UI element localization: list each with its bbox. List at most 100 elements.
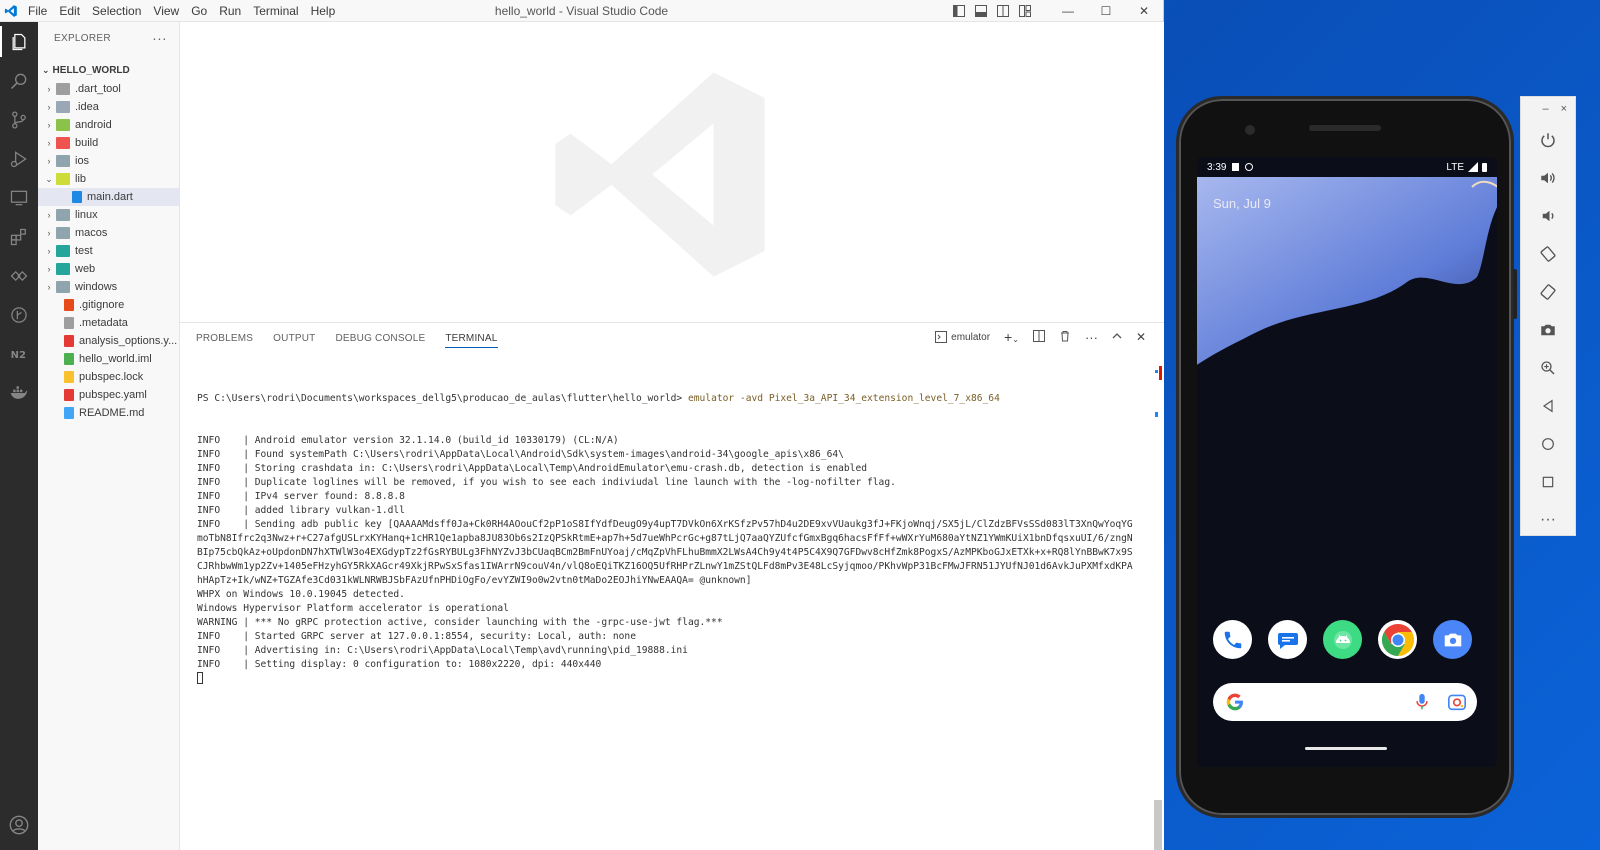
maximize-button[interactable]: ☐ (1087, 0, 1125, 22)
terminal-line: Windows Hypervisor Platform accelerator … (197, 603, 509, 614)
menu-run[interactable]: Run (213, 0, 247, 22)
folder-icon (56, 119, 70, 131)
terminal-line: INFO | Started GRPC server at 127.0.0.1:… (197, 631, 636, 642)
menu-file[interactable]: File (22, 0, 53, 22)
folder-item[interactable]: › test (38, 242, 179, 260)
close-button[interactable]: ✕ (1125, 0, 1163, 22)
emulator-toolbar-header: – × (1521, 97, 1575, 121)
more-icon[interactable]: ··· (1085, 330, 1098, 345)
source-control-icon[interactable] (0, 100, 38, 139)
more-icon[interactable]: ··· (1521, 501, 1575, 539)
trash-icon[interactable] (1059, 330, 1071, 345)
google-search-bar[interactable] (1213, 683, 1477, 721)
date-widget[interactable]: Sun, Jul 9 (1213, 196, 1271, 211)
folder-item[interactable]: › windows (38, 278, 179, 296)
menu-view[interactable]: View (147, 0, 185, 22)
messages-icon[interactable] (1268, 620, 1307, 659)
emulator-minimize-button[interactable]: – (1542, 103, 1548, 115)
folder-item[interactable]: › macos (38, 224, 179, 242)
menu-terminal[interactable]: Terminal (247, 0, 304, 22)
accounts-icon[interactable] (0, 805, 38, 844)
docker-icon[interactable] (0, 373, 38, 412)
more-actions-button[interactable]: ··· (152, 30, 167, 46)
tab-terminal[interactable]: TERMINAL (445, 329, 498, 348)
minimize-button[interactable]: — (1049, 0, 1087, 22)
file-item[interactable]: hello_world.iml (38, 350, 179, 368)
folder-item[interactable]: › ios (38, 152, 179, 170)
folder-item[interactable]: › build (38, 134, 179, 152)
power-icon[interactable] (1521, 121, 1575, 159)
workspace-root[interactable]: ⌄ HELLO_WORLD (38, 60, 179, 80)
close-panel-icon[interactable]: ✕ (1136, 330, 1146, 344)
overview-icon[interactable] (1521, 463, 1575, 501)
google-g-icon (1226, 693, 1243, 711)
menu-help[interactable]: Help (305, 0, 342, 22)
menu-go[interactable]: Go (185, 0, 213, 22)
file-item[interactable]: pubspec.yaml (38, 386, 179, 404)
back-icon[interactable] (1521, 387, 1575, 425)
split-terminal-icon[interactable] (1032, 329, 1045, 345)
file-item[interactable]: .gitignore (38, 296, 179, 314)
toggle-secondary-sidebar-icon[interactable] (995, 3, 1011, 19)
file-item[interactable]: main.dart (38, 188, 179, 206)
phone-screen[interactable]: 3:39 LTE Sun, Jul 9 (1197, 157, 1497, 767)
folder-item[interactable]: › web (38, 260, 179, 278)
terminal-scrollbar[interactable] (1152, 364, 1162, 850)
zoom-icon[interactable] (1521, 349, 1575, 387)
customize-layout-icon[interactable] (1017, 3, 1033, 19)
terminal-line: INFO | Duplicate loglines will be remove… (197, 477, 896, 488)
terminal-cursor (197, 672, 203, 684)
chrome-icon[interactable] (1378, 620, 1417, 659)
folder-item[interactable]: › .idea (38, 98, 179, 116)
file-item[interactable]: pubspec.lock (38, 368, 179, 386)
tab-problems[interactable]: PROBLEMS (196, 333, 253, 344)
rotate-left-icon[interactable] (1521, 235, 1575, 273)
run-debug-icon[interactable] (0, 139, 38, 178)
terminal-output[interactable]: PS C:\Users\rodri\Documents\workspaces_d… (197, 364, 1140, 686)
folder-item[interactable]: › android (38, 116, 179, 134)
extensions-icon[interactable] (0, 217, 38, 256)
microphone-icon[interactable] (1415, 693, 1429, 711)
toggle-panel-icon[interactable] (973, 3, 989, 19)
terminal-selector[interactable]: emulator (935, 331, 990, 343)
screenshot-icon[interactable] (1521, 311, 1575, 349)
volume-up-icon[interactable] (1521, 159, 1575, 197)
menu-edit[interactable]: Edit (53, 0, 86, 22)
phone-icon[interactable] (1213, 620, 1252, 659)
folder-icon (56, 173, 70, 185)
google-lens-icon[interactable] (1447, 693, 1467, 711)
file-item[interactable]: .metadata (38, 314, 179, 332)
file-item[interactable]: analysis_options.y... (38, 332, 179, 350)
tab-debug-console[interactable]: DEBUG CONSOLE (335, 333, 425, 344)
explorer-title: EXPLORER (54, 32, 111, 44)
emulator-close-button[interactable]: × (1561, 103, 1567, 115)
camera-icon[interactable] (1433, 620, 1472, 659)
gesture-navigation-bar[interactable] (1305, 747, 1387, 750)
new-terminal-button[interactable]: +⌄ (1004, 329, 1019, 345)
tree-item-label: web (75, 263, 96, 275)
menu-bar: File Edit Selection View Go Run Terminal Help (22, 0, 341, 22)
search-icon[interactable] (0, 61, 38, 100)
rotate-right-icon[interactable] (1521, 273, 1575, 311)
menu-selection[interactable]: Selection (86, 0, 147, 22)
folder-item[interactable]: › linux (38, 206, 179, 224)
tree-item-label: ios (75, 155, 90, 167)
maximize-panel-icon[interactable] (1112, 331, 1122, 344)
timeline-icon[interactable] (0, 295, 38, 334)
home-icon[interactable] (1521, 425, 1575, 463)
remote-explorer-icon[interactable] (0, 178, 38, 217)
android-icon[interactable] (1323, 620, 1362, 659)
flutter-icon[interactable] (0, 256, 38, 295)
volume-down-icon[interactable] (1521, 197, 1575, 235)
terminal-prompt-line: PS C:\Users\rodri\Documents\workspaces_d… (197, 392, 1140, 406)
toggle-sidebar-icon[interactable] (951, 3, 967, 19)
tab-output[interactable]: OUTPUT (273, 333, 315, 344)
explorer-icon[interactable] (0, 22, 38, 61)
folder-item[interactable]: ⌄ lib (38, 170, 179, 188)
terminal-prompt: PS C:\Users\rodri\Documents\workspaces_d… (197, 393, 683, 404)
folder-item[interactable]: › .dart_tool (38, 80, 179, 98)
scrollbar-error-marker (1159, 366, 1162, 380)
file-item[interactable]: README.md (38, 404, 179, 422)
scrollbar-thumb[interactable] (1154, 800, 1162, 850)
n2-icon[interactable]: N2 (0, 334, 38, 373)
